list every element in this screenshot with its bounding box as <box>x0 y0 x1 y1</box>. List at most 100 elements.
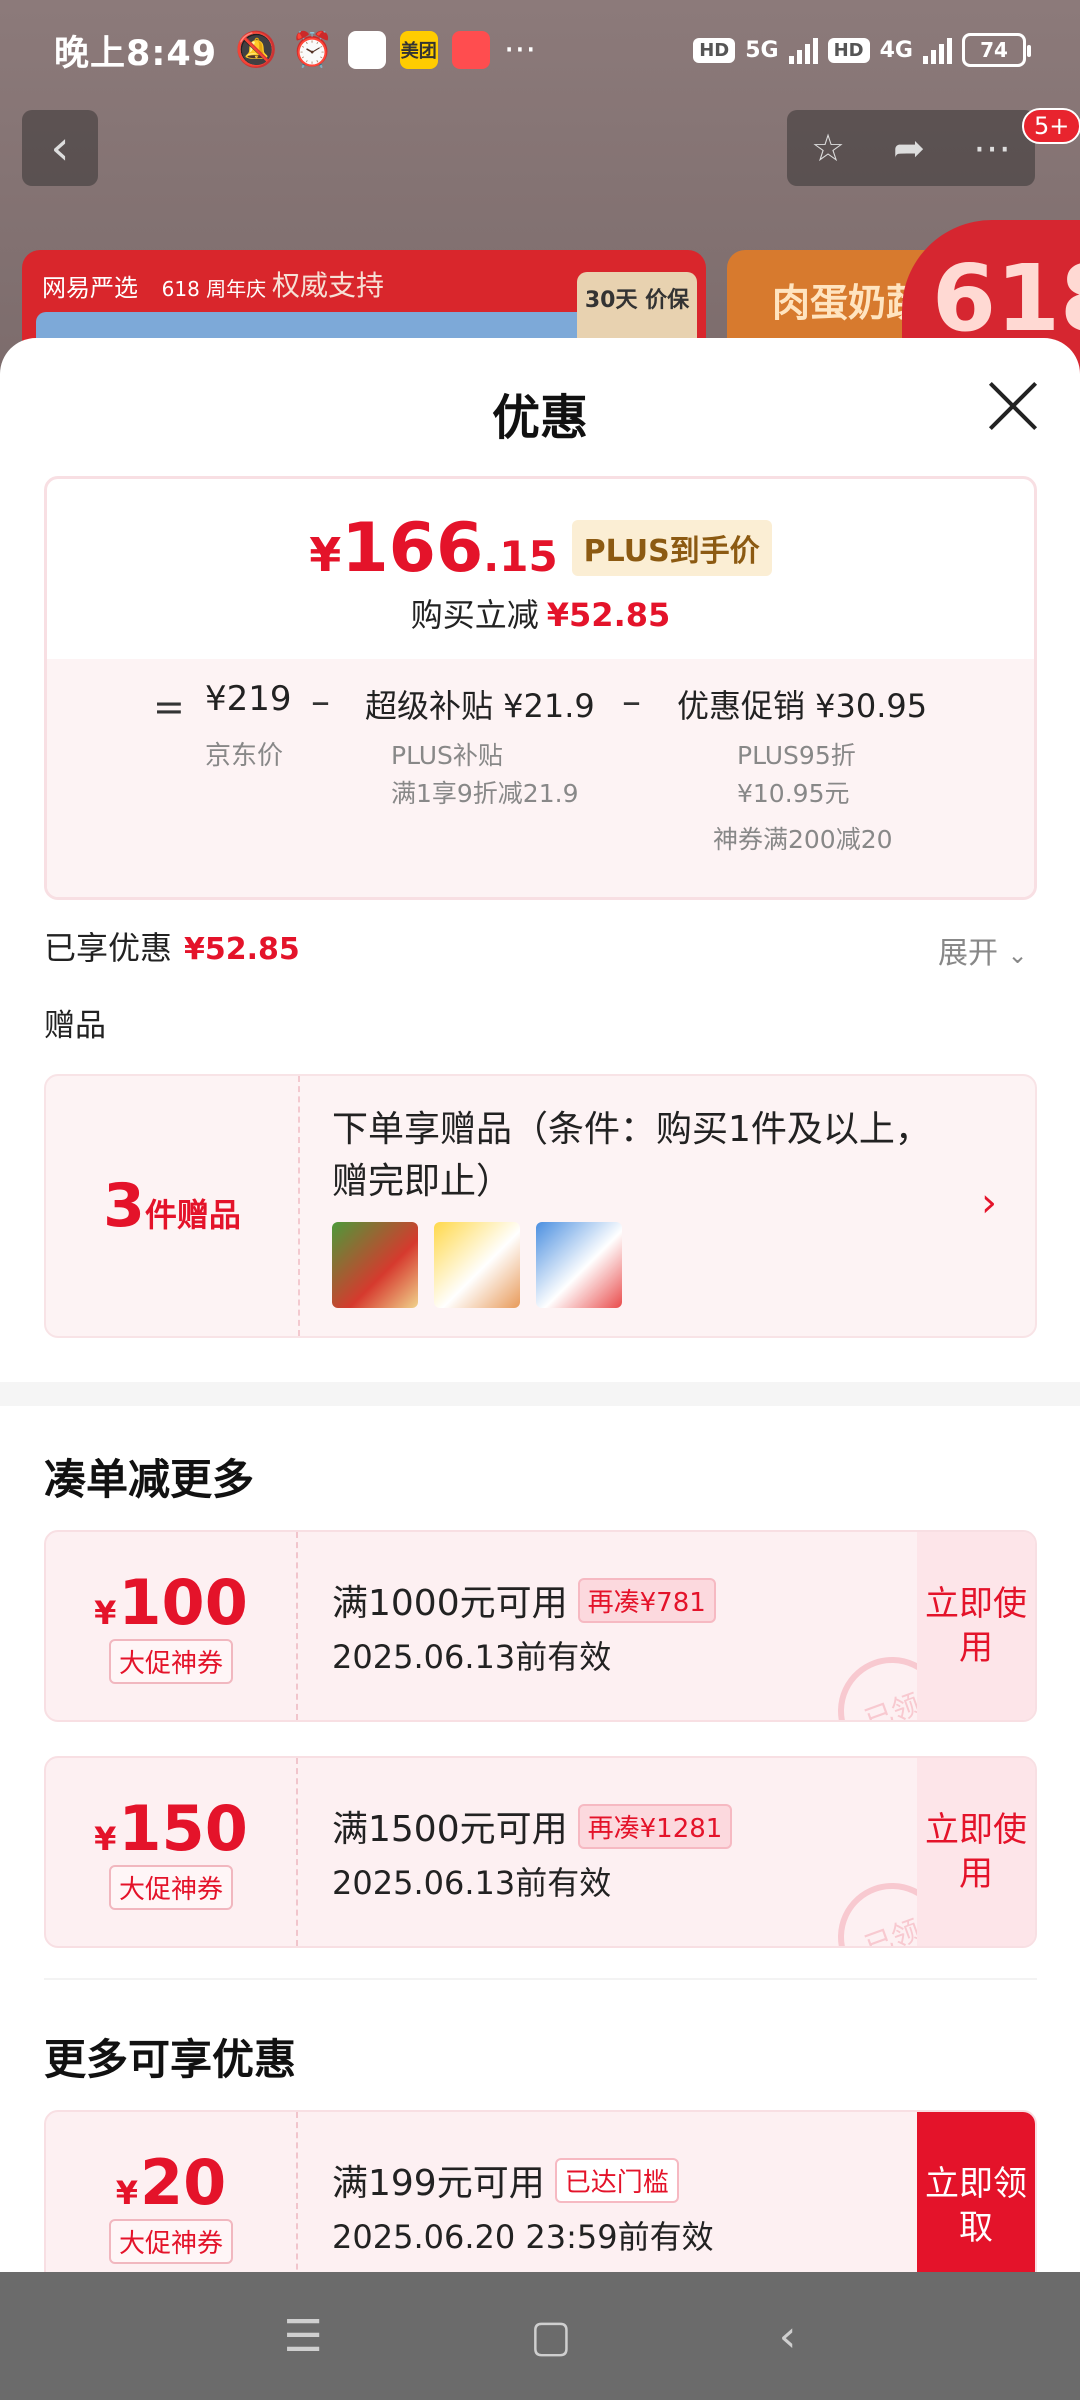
gift-thumbnail <box>332 1222 418 1308</box>
coupon-amount-value: 150 <box>118 1792 248 1865</box>
reduction-label: 购买立减 <box>410 596 539 634</box>
gift-count: 3 件赠品 <box>46 1076 298 1336</box>
coupon-divider <box>296 1532 298 1720</box>
claim-now-button[interactable]: 立即领取 <box>917 2112 1035 2272</box>
gift-thumbnails <box>332 1222 622 1308</box>
coupon-condition: 满1500元可用 再凑¥1281 <box>332 1800 733 1852</box>
status-time: 晚上8:49 <box>54 33 218 74</box>
top-action-group: ☆ ➦ ⋯ <box>787 110 1035 186</box>
reduction-value: ¥52.85 <box>546 596 671 634</box>
expand-button[interactable]: 展开 ⌄ <box>938 928 1028 972</box>
banner-brand: 网易严选 <box>42 274 138 302</box>
back-icon[interactable]: ‹ <box>779 2311 797 2362</box>
gift-thumbnail <box>434 1222 520 1308</box>
gift-condition-text: 下单享赠品（条件：购买1件及以上，赠完即止） <box>332 1109 931 1202</box>
minus-sign-2: – <box>622 679 641 723</box>
status-icons: 🔕 ⏰ ▶ 美团 ··· <box>235 30 536 70</box>
battery-level: 74 <box>980 38 1008 62</box>
message-badge: 5+ <box>1022 108 1080 144</box>
discount-sheet: 优惠 ¥166.15 PLUS到手价 购买立减 ¥52.85 = ¥219 京东价… <box>0 338 1080 2272</box>
coupon-card: ¥100 大促神券 满1000元可用 再凑¥781 2025.06.13前有效 … <box>44 1530 1037 1722</box>
expand-label: 展开 <box>938 936 998 971</box>
coupon-currency: ¥ <box>115 2174 138 2212</box>
coupon-amount: ¥20 <box>46 2146 296 2219</box>
coupon-card: ¥20 大促神券 满199元可用 已达门槛 2025.06.20 23:59前有… <box>44 2110 1037 2272</box>
share-icon[interactable]: ➦ <box>893 126 925 170</box>
menu-icon[interactable]: ☰ <box>284 2311 323 2362</box>
promotion-discount: 优惠促销 ¥30.95 <box>677 687 928 725</box>
app-icon-meituan: 美团 <box>399 31 438 69</box>
price-row: ¥166.15 PLUS到手价 <box>47 479 1034 588</box>
gift-section-label: 赠品 <box>44 1008 106 1044</box>
coupon-expiry: 2025.06.20 23:59前有效 <box>332 2218 714 2256</box>
hd-icon-2: HD <box>827 37 870 63</box>
subsidy-detail-2: 满1享9折减21.9 <box>391 779 579 808</box>
alarm-icon: ⏰ <box>291 30 334 70</box>
use-now-button[interactable]: 立即使用 <box>917 1532 1035 1720</box>
minus-sign-1: – <box>311 679 330 723</box>
plus-price-tag: PLUS到手价 <box>571 520 772 576</box>
signal-icon <box>788 36 818 64</box>
coupon-remaining-chip: 再凑¥781 <box>577 1577 716 1623</box>
app-icon-red <box>451 31 490 69</box>
banner-text: 权威支持 <box>272 269 385 302</box>
use-now-button[interactable]: 立即使用 <box>917 1758 1035 1946</box>
gift-divider <box>298 1076 300 1336</box>
coupon-type-tag: 大促神券 <box>108 1865 233 1910</box>
divider <box>44 1978 1037 1980</box>
status-right: HD 5G HD 4G 74 <box>693 33 1031 67</box>
jd-price-label: 京东价 <box>205 741 284 771</box>
hd-icon: HD <box>693 37 736 63</box>
chevron-right-icon: › <box>981 1180 997 1226</box>
coupon-amount: ¥100 <box>46 1566 296 1639</box>
price-decimal: .15 <box>483 532 558 581</box>
signal-icon-2 <box>923 36 952 64</box>
equals-sign: = <box>153 685 185 729</box>
app-icon-store: ▶ <box>347 31 386 69</box>
battery-icon: 74 <box>962 33 1031 67</box>
coupon-currency: ¥ <box>94 1820 117 1858</box>
coupon-value: ¥20 大促神券 <box>46 2112 296 2272</box>
coupon-remaining-chip: 再凑¥1281 <box>577 1803 733 1849</box>
price-integer: 166 <box>341 509 484 588</box>
coupon-condition: 满1000元可用 再凑¥781 <box>332 1574 716 1626</box>
threshold-reached-chip: 已达门槛 <box>554 2157 679 2203</box>
more-icon[interactable]: ⋯ <box>973 126 1011 170</box>
subsidy-detail-1: PLUS补贴 <box>391 741 503 770</box>
coupon-card: ¥150 大促神券 满1500元可用 再凑¥1281 2025.06.13前有效… <box>44 1756 1037 1948</box>
coupon-amount-value: 100 <box>118 1566 248 1639</box>
section-title-more-offers: 更多可享优惠 <box>44 2035 297 2084</box>
promo-detail-2: ¥10.95元 <box>737 779 850 808</box>
instant-reduction: 购买立减 ¥52.85 <box>47 590 1034 636</box>
enjoyed-discount: 已享优惠 ¥52.85 <box>44 923 300 969</box>
chevron-down-icon: ⌄ <box>1007 941 1028 969</box>
coupon-divider <box>296 2112 298 2272</box>
mute-icon: 🔕 <box>235 30 278 70</box>
promo-detail-1: PLUS95折 <box>737 741 856 770</box>
coupon-condition-text: 满1000元可用 <box>332 1583 568 1624</box>
gift-count-number: 3 <box>103 1171 145 1241</box>
gift-card[interactable]: 3 件赠品 下单享赠品（条件：购买1件及以上，赠完即止） › <box>44 1074 1037 1338</box>
back-arrow-icon[interactable]: ‹ <box>22 110 98 186</box>
banner-event: 618 周年庆 <box>161 277 267 301</box>
enjoyed-label: 已享优惠 <box>44 929 173 967</box>
price-breakdown: = ¥219 京东价 – 超级补贴 ¥21.9 PLUS补贴 满1享9折减21.… <box>47 659 1034 897</box>
coupon-type-tag: 大促神券 <box>108 1639 233 1684</box>
price-card: ¥166.15 PLUS到手价 购买立减 ¥52.85 = ¥219 京东价 – … <box>44 476 1037 900</box>
section-gap <box>0 1382 1080 1406</box>
coupon-value: ¥100 大促神券 <box>46 1532 296 1720</box>
price-summary: ¥166.15 PLUS到手价 购买立减 ¥52.85 <box>47 479 1034 659</box>
gift-thumbnail <box>536 1222 622 1308</box>
star-icon[interactable]: ☆ <box>811 126 845 170</box>
coupon-amount: ¥150 <box>46 1792 296 1865</box>
coupon-condition-text: 满1500元可用 <box>332 1809 568 1850</box>
coupon-condition-text: 满199元可用 <box>332 2163 545 2204</box>
home-icon[interactable]: ▢ <box>530 2311 572 2362</box>
price-currency: ¥ <box>309 528 342 582</box>
system-nav-bar: ☰ ▢ ‹ <box>0 2272 1080 2400</box>
close-icon[interactable] <box>985 378 1041 434</box>
network-5g-label: 5G <box>745 37 779 63</box>
coupon-condition: 满199元可用 已达门槛 <box>332 2154 679 2206</box>
coupon-expiry: 2025.06.13前有效 <box>332 1864 612 1902</box>
network-4g-label: 4G <box>879 37 913 63</box>
